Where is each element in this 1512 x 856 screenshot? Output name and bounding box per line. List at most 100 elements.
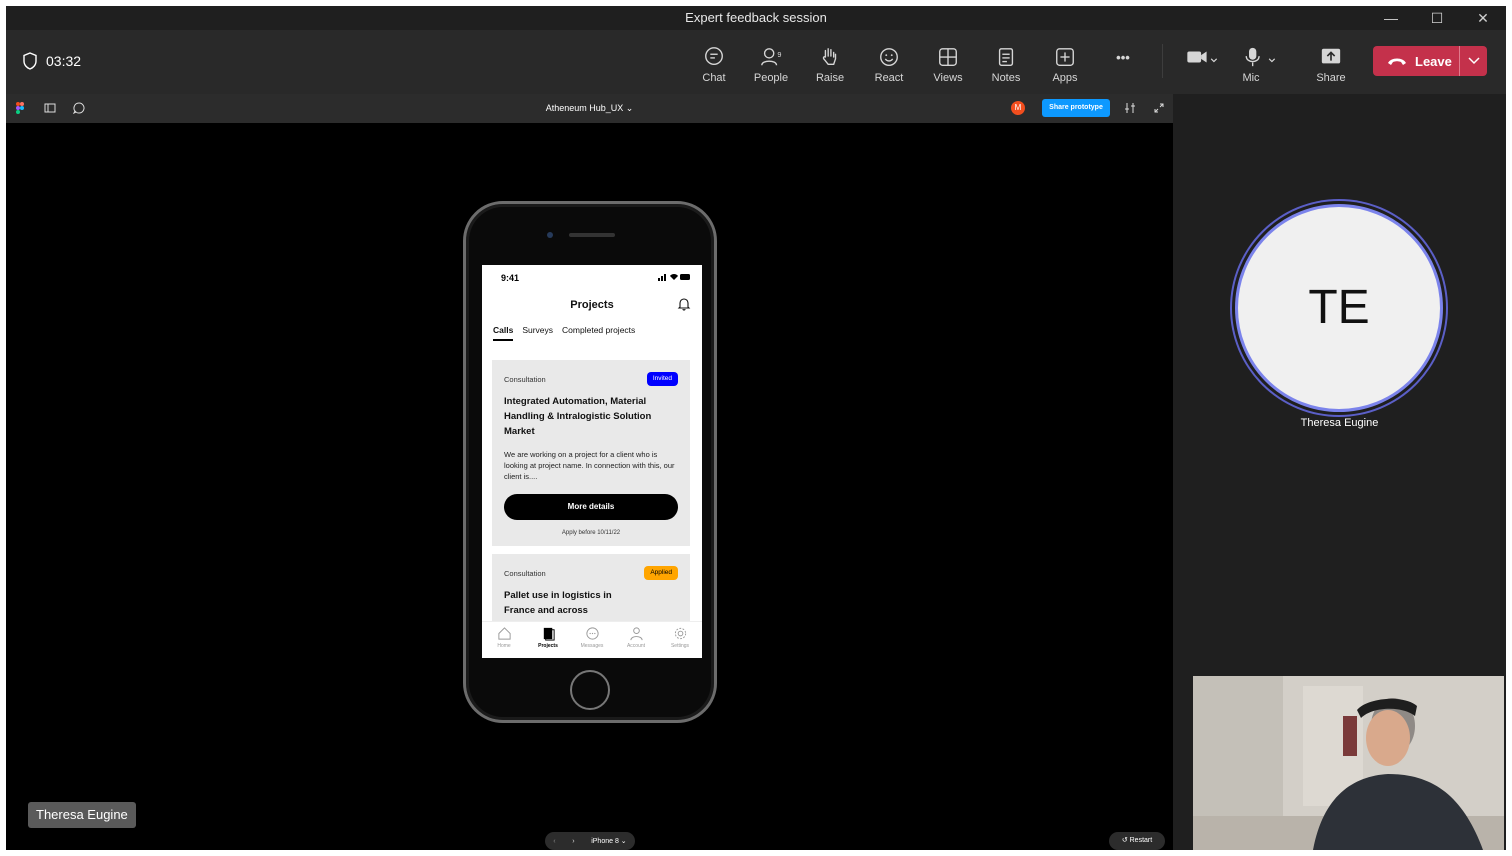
- smiley-icon: [880, 48, 898, 66]
- messages-icon: [585, 627, 599, 640]
- settings-sliders-icon[interactable]: [1124, 103, 1136, 113]
- shared-screen: Atheneum Hub_UX ⌄ M Share prototype 9:41…: [6, 94, 1173, 850]
- nav-projects-label: Projects: [538, 643, 558, 649]
- hand-icon: [822, 48, 837, 66]
- status-badge: Invited: [646, 372, 678, 386]
- participant-avatar: TE: [1235, 204, 1443, 412]
- notes-button[interactable]: Notes: [978, 42, 1034, 90]
- views-button[interactable]: Views: [920, 42, 976, 90]
- figma-file-title[interactable]: Atheneum Hub_UX ⌄: [6, 103, 1173, 114]
- apps-label: Apps: [1052, 72, 1078, 84]
- nav-account-label: Account: [626, 643, 646, 649]
- restart-label: Restart: [1129, 837, 1153, 844]
- participant-panel: TE Theresa Eugine: [1173, 94, 1506, 850]
- microphone-icon: [1245, 47, 1276, 67]
- maximize-button[interactable]: ☐: [1414, 6, 1460, 30]
- more-actions-button[interactable]: •••: [1095, 50, 1151, 98]
- minimize-button[interactable]: —: [1368, 6, 1414, 30]
- camera-button[interactable]: [1174, 42, 1230, 90]
- react-label: React: [874, 72, 904, 84]
- nav-account[interactable]: Account: [616, 622, 656, 658]
- mic-label: Mic: [1242, 72, 1260, 84]
- card-title: Pallet use in logistics in France and ac…: [504, 590, 612, 616]
- close-button[interactable]: ✕: [1460, 6, 1506, 30]
- title-bar: Expert feedback session — ☐ ✕: [6, 6, 1506, 30]
- restart-icon: ↺: [1121, 837, 1130, 844]
- restart-button[interactable]: ↺ Restart: [1109, 832, 1165, 850]
- nav-messages-label: Messages: [580, 643, 604, 649]
- timer-text: 03:32: [46, 53, 82, 69]
- views-label: Views: [933, 72, 963, 84]
- tab-surveys[interactable]: Surveys: [522, 325, 553, 341]
- people-count: 9: [777, 50, 781, 59]
- nav-messages[interactable]: Messages: [572, 622, 612, 658]
- shield-icon: [23, 52, 37, 70]
- expand-icon[interactable]: [1154, 103, 1164, 113]
- card-type: Consultation: [504, 569, 546, 578]
- nav-projects[interactable]: Projects: [528, 622, 568, 658]
- window-title: Expert feedback session: [685, 10, 827, 25]
- chat-button[interactable]: Chat: [686, 42, 742, 90]
- chevron-right-icon[interactable]: ›: [572, 838, 574, 845]
- apps-button[interactable]: Apps: [1037, 42, 1093, 90]
- chat-icon: [705, 47, 723, 66]
- bottom-navigation: Home Projects Messages Account Settings: [482, 621, 702, 658]
- camera-icon: [1187, 51, 1218, 63]
- phone-screen: 9:41 Projects Calls Surveys Completed pr…: [482, 265, 702, 658]
- leave-main[interactable]: Leave: [1373, 46, 1459, 76]
- card-description: We are working on a project for a client…: [504, 450, 675, 481]
- video-feed-image: [1193, 676, 1504, 850]
- chevron-left-icon[interactable]: ‹: [553, 838, 555, 845]
- share-screen-icon: [1321, 48, 1341, 64]
- status-bar: 9:41: [482, 265, 702, 289]
- home-icon: [497, 627, 511, 640]
- people-label: People: [753, 72, 789, 84]
- meeting-toolbar: 03:32 Chat 9 People Raise React Views No…: [6, 30, 1506, 94]
- presenter-name-tag: Theresa Eugine: [28, 802, 136, 828]
- project-card[interactable]: Consultation Invited Integrated Automati…: [492, 360, 690, 546]
- share-label: Share: [1316, 72, 1346, 84]
- chevron-down-icon: [1467, 57, 1480, 65]
- teams-window: Expert feedback session — ☐ ✕ 03:32 Chat…: [6, 6, 1506, 850]
- notes-label: Notes: [991, 72, 1021, 84]
- toolbar-divider: [1162, 44, 1163, 78]
- more-details-button[interactable]: More details: [504, 494, 678, 520]
- people-icon: 9: [761, 48, 781, 66]
- nav-home[interactable]: Home: [484, 622, 524, 658]
- grid-icon: [939, 48, 957, 66]
- nav-settings-label: Settings: [670, 643, 690, 649]
- share-button[interactable]: Share: [1303, 42, 1359, 90]
- share-prototype-button[interactable]: Share prototype: [1042, 99, 1110, 117]
- plus-square-icon: [1056, 48, 1074, 66]
- camera-dot: [547, 232, 553, 238]
- react-button[interactable]: React: [861, 42, 917, 90]
- bell-icon[interactable]: [677, 297, 691, 311]
- self-video-preview: [1193, 676, 1504, 850]
- raise-label: Raise: [815, 72, 845, 84]
- nav-settings[interactable]: Settings: [660, 622, 700, 658]
- leave-button[interactable]: Leave: [1373, 46, 1487, 76]
- card-title: Integrated Automation, Material Handling…: [504, 396, 652, 437]
- card-type: Consultation: [504, 375, 546, 384]
- leave-label: Leave: [1415, 53, 1452, 69]
- gear-icon: [674, 627, 686, 640]
- iphone-frame: 9:41 Projects Calls Surveys Completed pr…: [463, 201, 717, 723]
- nav-home-label: Home: [497, 643, 511, 649]
- avatar[interactable]: M: [1011, 101, 1025, 115]
- device-selector[interactable]: ‹ › iPhone 8 ⌄: [545, 832, 635, 850]
- tab-completed-projects[interactable]: Completed projects: [562, 325, 635, 341]
- people-button[interactable]: 9 People: [743, 42, 799, 90]
- status-time: 9:41: [501, 273, 520, 283]
- speaker-grille: [569, 233, 615, 237]
- projects-icon: [543, 627, 555, 641]
- tab-calls[interactable]: Calls: [493, 325, 514, 341]
- page-title: Projects: [570, 299, 614, 311]
- meeting-timer: 03:32: [22, 52, 81, 70]
- raise-hand-button[interactable]: Raise: [802, 42, 858, 90]
- mic-button[interactable]: Mic: [1232, 42, 1288, 90]
- leave-options-chevron[interactable]: [1459, 46, 1487, 76]
- notes-icon: [998, 48, 1014, 66]
- apply-deadline: Apply before 10/11/22: [561, 530, 621, 536]
- project-tabs: Calls Surveys Completed projects: [493, 325, 635, 341]
- status-badge: Applied: [644, 566, 678, 580]
